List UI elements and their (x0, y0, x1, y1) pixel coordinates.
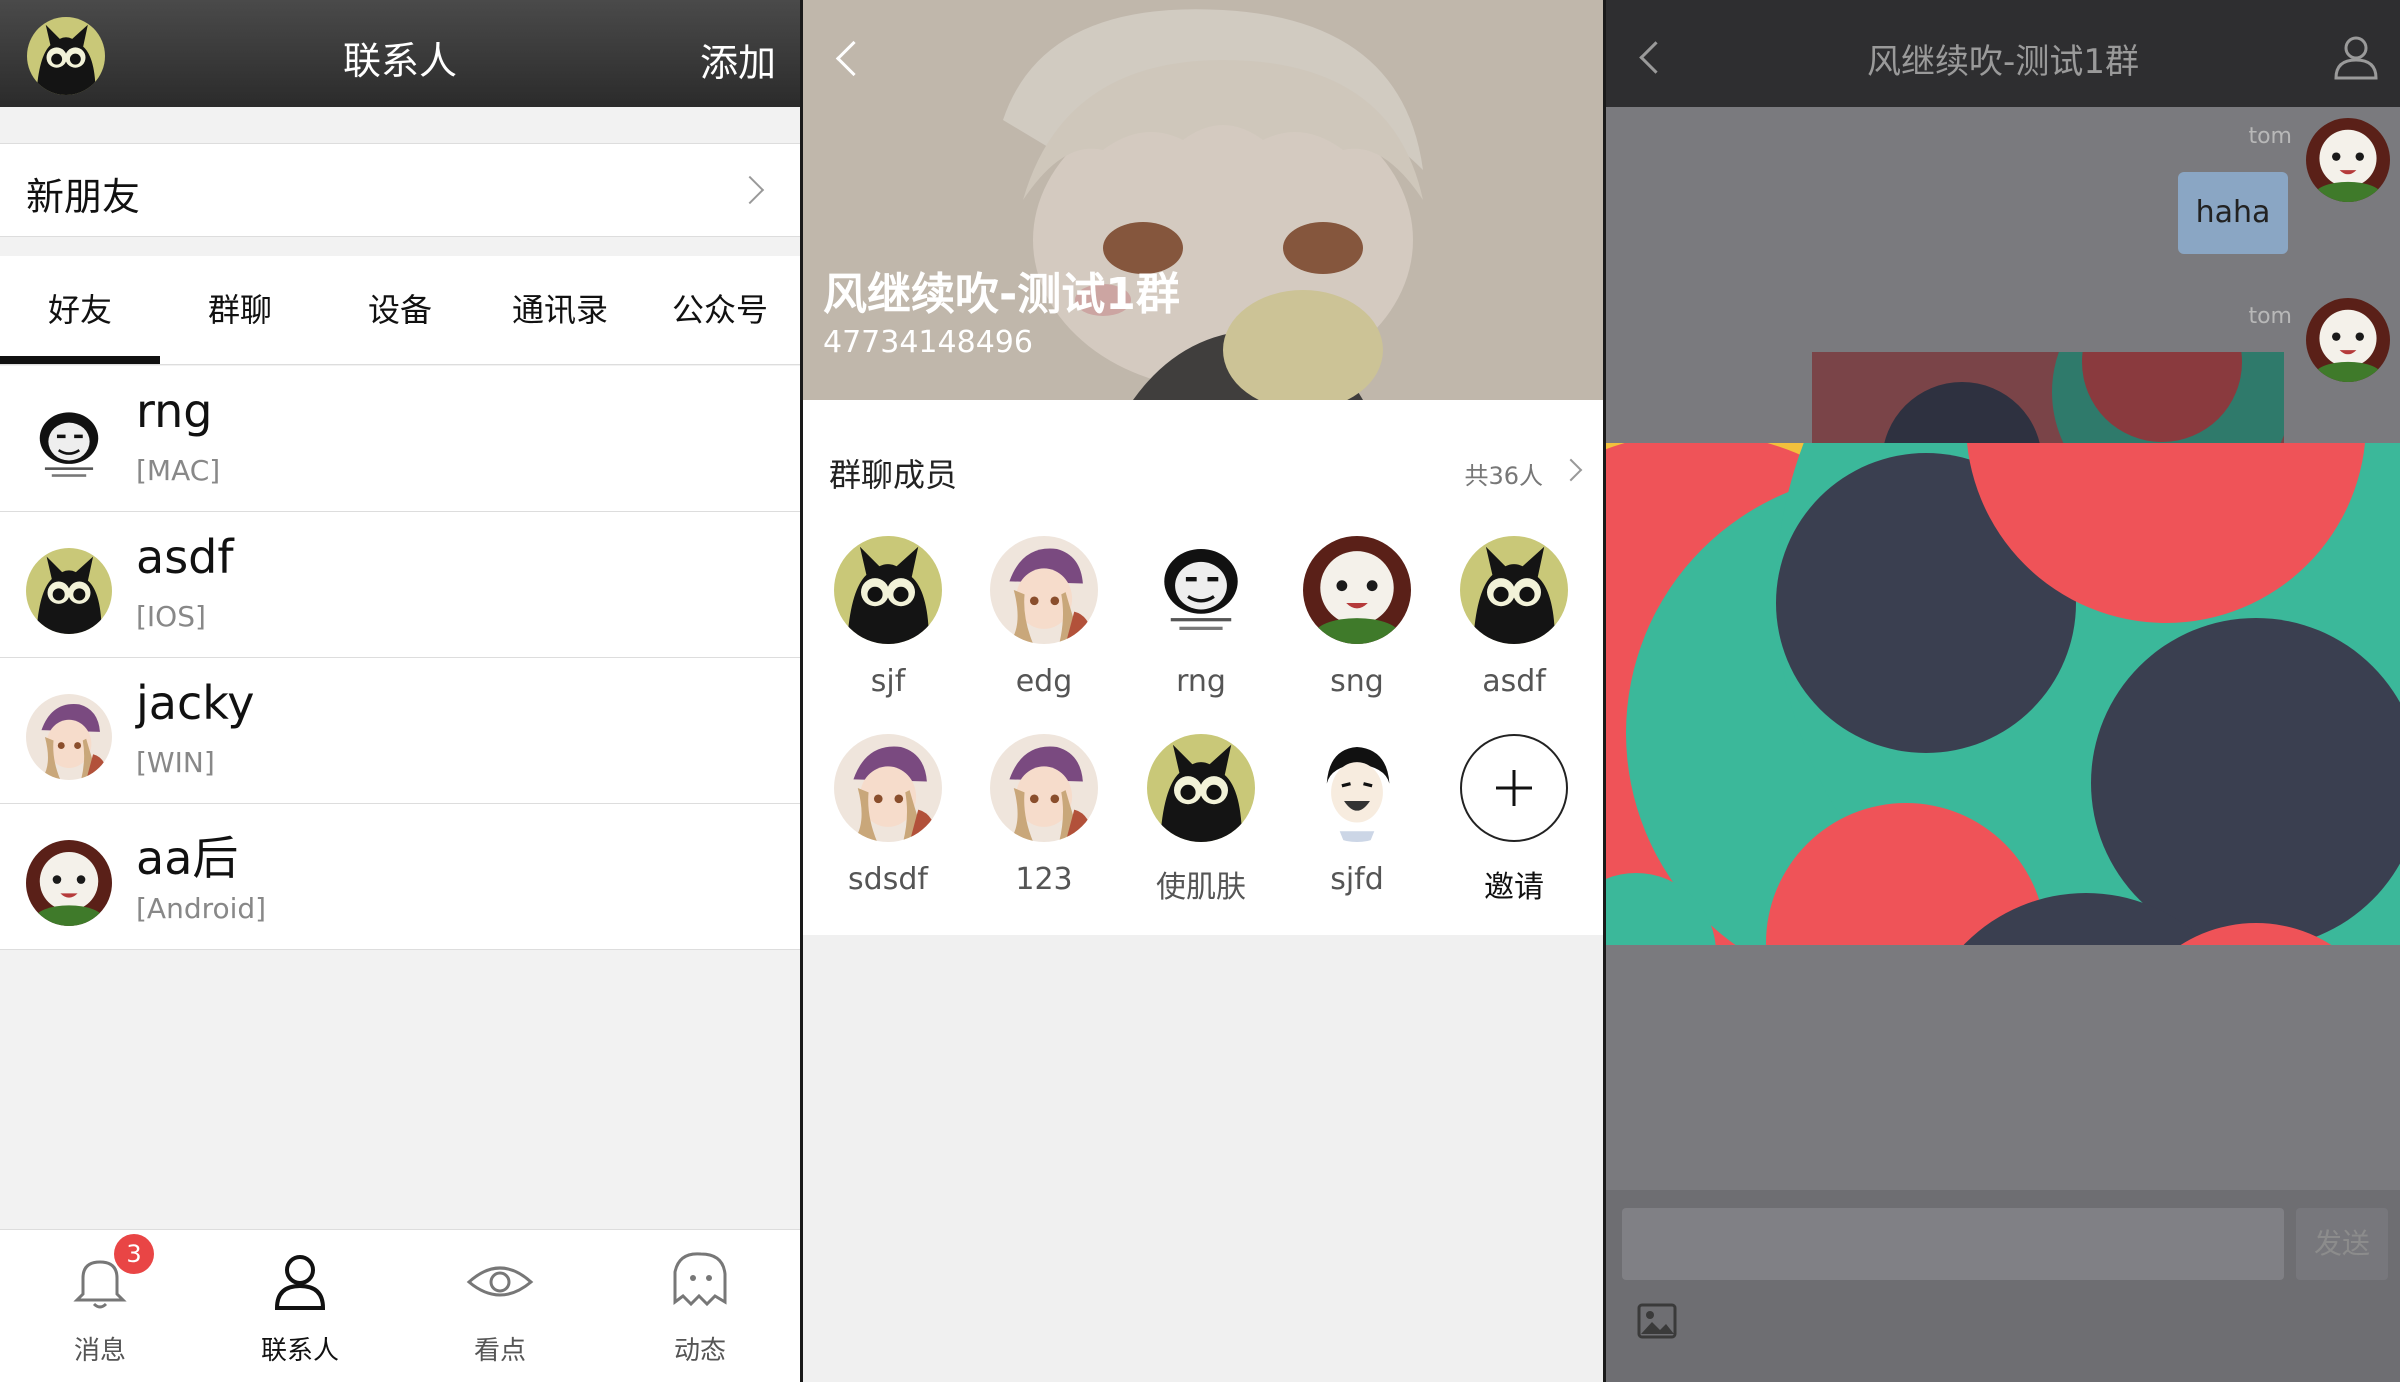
member-name: sjfd (1330, 862, 1384, 897)
member-name: 使肌肤 (1156, 870, 1246, 905)
invite-button[interactable]: 邀请 (1429, 734, 1585, 924)
contact-row[interactable]: asdf [IOS] (0, 512, 800, 658)
member-name: rng (1176, 664, 1226, 699)
member-item[interactable]: 123 (959, 734, 1115, 924)
contact-device: [Android] (136, 892, 267, 925)
contact-avatar (26, 548, 112, 634)
nav-label: 看点 (473, 1336, 526, 1366)
contact-row[interactable]: rng [MAC] (0, 366, 800, 512)
image-icon[interactable] (1636, 1300, 1678, 1342)
member-item[interactable]: asdf (1429, 536, 1585, 726)
tab-official-accounts[interactable]: 公众号 (640, 256, 800, 364)
member-avatar (1303, 734, 1411, 842)
nav-contacts[interactable]: 联系人 (200, 1230, 400, 1382)
new-friends-label: 新朋友 (26, 175, 141, 219)
member-name: sng (1330, 664, 1384, 699)
member-name: edg (1015, 664, 1073, 699)
bottom-nav: 3 消息 联系人 看点 动态 (0, 1229, 800, 1382)
message-input[interactable] (1622, 1208, 2284, 1280)
member-avatar (990, 734, 1098, 842)
group-info-screen: 风继续吹-测试1群 47734148496 群聊成员 共36人 sjf edg … (803, 0, 1603, 1382)
member-name: sdsdf (848, 862, 928, 897)
image-preview[interactable] (1606, 443, 2400, 945)
page-title: 联系人 (342, 39, 457, 83)
unread-badge: 3 (114, 1234, 154, 1274)
chat-screen: 风继续吹-测试1群 tom haha tom 发送 (1606, 0, 2400, 1382)
sender-name: tom (2248, 124, 2292, 149)
eye-icon (466, 1266, 534, 1297)
members-title: 群聊成员 (829, 456, 958, 494)
group-members-icon[interactable] (2330, 30, 2382, 82)
contact-avatar (26, 402, 112, 488)
sender-avatar[interactable] (2306, 118, 2390, 202)
member-name: asdf (1482, 664, 1546, 699)
contacts-screen: 联系人 添加 新朋友 好友 群聊 设备 通讯录 公众号 rng [MAC] as… (0, 0, 800, 1382)
member-avatar (834, 536, 942, 644)
invite-label: 邀请 (1484, 870, 1544, 905)
sender-name: tom (2248, 304, 2292, 329)
contacts-topbar: 联系人 添加 (0, 0, 800, 107)
members-section: 群聊成员 共36人 sjf edg rng sng asdf sdsdf 123… (803, 400, 1603, 935)
tab-devices[interactable]: 设备 (320, 256, 480, 364)
chevron-right-icon (735, 175, 765, 205)
member-avatar (834, 734, 942, 842)
contact-row[interactable]: jacky [WIN] (0, 658, 800, 804)
new-friends-row[interactable]: 新朋友 (0, 143, 800, 237)
nav-label: 联系人 (260, 1336, 339, 1366)
sender-avatar[interactable] (2306, 298, 2390, 382)
geometric-circles-image (1606, 443, 2400, 945)
tab-friends[interactable]: 好友 (0, 256, 160, 364)
contact-device: [WIN] (136, 746, 215, 779)
contact-name: asdf (136, 530, 234, 584)
add-contact-button[interactable]: 添加 (700, 32, 776, 87)
chat-topbar: 风继续吹-测试1群 (1606, 0, 2400, 107)
member-avatar (1147, 536, 1255, 644)
nav-label: 动态 (673, 1336, 726, 1366)
member-avatar (990, 536, 1098, 644)
member-item[interactable]: sjf (803, 536, 959, 726)
chat-input-bar: 发送 (1606, 1190, 2400, 1382)
tab-groups[interactable]: 群聊 (160, 256, 320, 364)
send-button[interactable]: 发送 (2296, 1208, 2388, 1280)
tab-address-book[interactable]: 通讯录 (480, 256, 640, 364)
group-name: 风继续吹-测试1群 (823, 269, 1180, 320)
ghost-icon (673, 1252, 727, 1307)
member-count[interactable]: 共36人 (1464, 456, 1543, 491)
member-item[interactable]: sng (1272, 536, 1428, 726)
chat-title: 风继续吹-测试1群 (1867, 42, 2139, 82)
member-name: 123 (1015, 862, 1073, 897)
nav-moments[interactable]: 动态 (600, 1230, 800, 1382)
contact-tabs: 好友 群聊 设备 通讯录 公众号 (0, 256, 800, 365)
contact-device: [MAC] (136, 454, 221, 487)
member-item[interactable]: rng (1116, 536, 1272, 726)
contact-avatar (26, 694, 112, 780)
contact-name: jacky (136, 676, 255, 730)
contact-name: aa后 (136, 831, 239, 885)
member-item[interactable]: sjfd (1272, 734, 1428, 924)
image-message-thumb[interactable] (1812, 352, 2284, 444)
group-cover: 风继续吹-测试1群 47734148496 (803, 0, 1603, 400)
message-bubble[interactable]: haha (2178, 172, 2288, 254)
group-id: 47734148496 (823, 325, 1033, 360)
nav-discover[interactable]: 看点 (400, 1230, 600, 1382)
contact-name: rng (136, 384, 213, 438)
member-avatar (1460, 536, 1568, 644)
contact-device: [IOS] (136, 600, 206, 633)
person-icon (274, 1255, 326, 1310)
contact-row[interactable]: aa后 [Android] (0, 804, 800, 950)
chevron-right-icon (1559, 458, 1583, 482)
member-name: sjf (870, 664, 906, 699)
plus-icon (1460, 734, 1568, 842)
nav-label: 消息 (73, 1336, 126, 1366)
member-item[interactable]: edg (959, 536, 1115, 726)
member-item[interactable]: 使肌肤 (1116, 734, 1272, 924)
member-avatar (1147, 734, 1255, 842)
contact-avatar (26, 840, 112, 926)
nav-messages[interactable]: 3 消息 (0, 1230, 200, 1382)
member-item[interactable]: sdsdf (803, 734, 959, 924)
member-avatar (1303, 536, 1411, 644)
